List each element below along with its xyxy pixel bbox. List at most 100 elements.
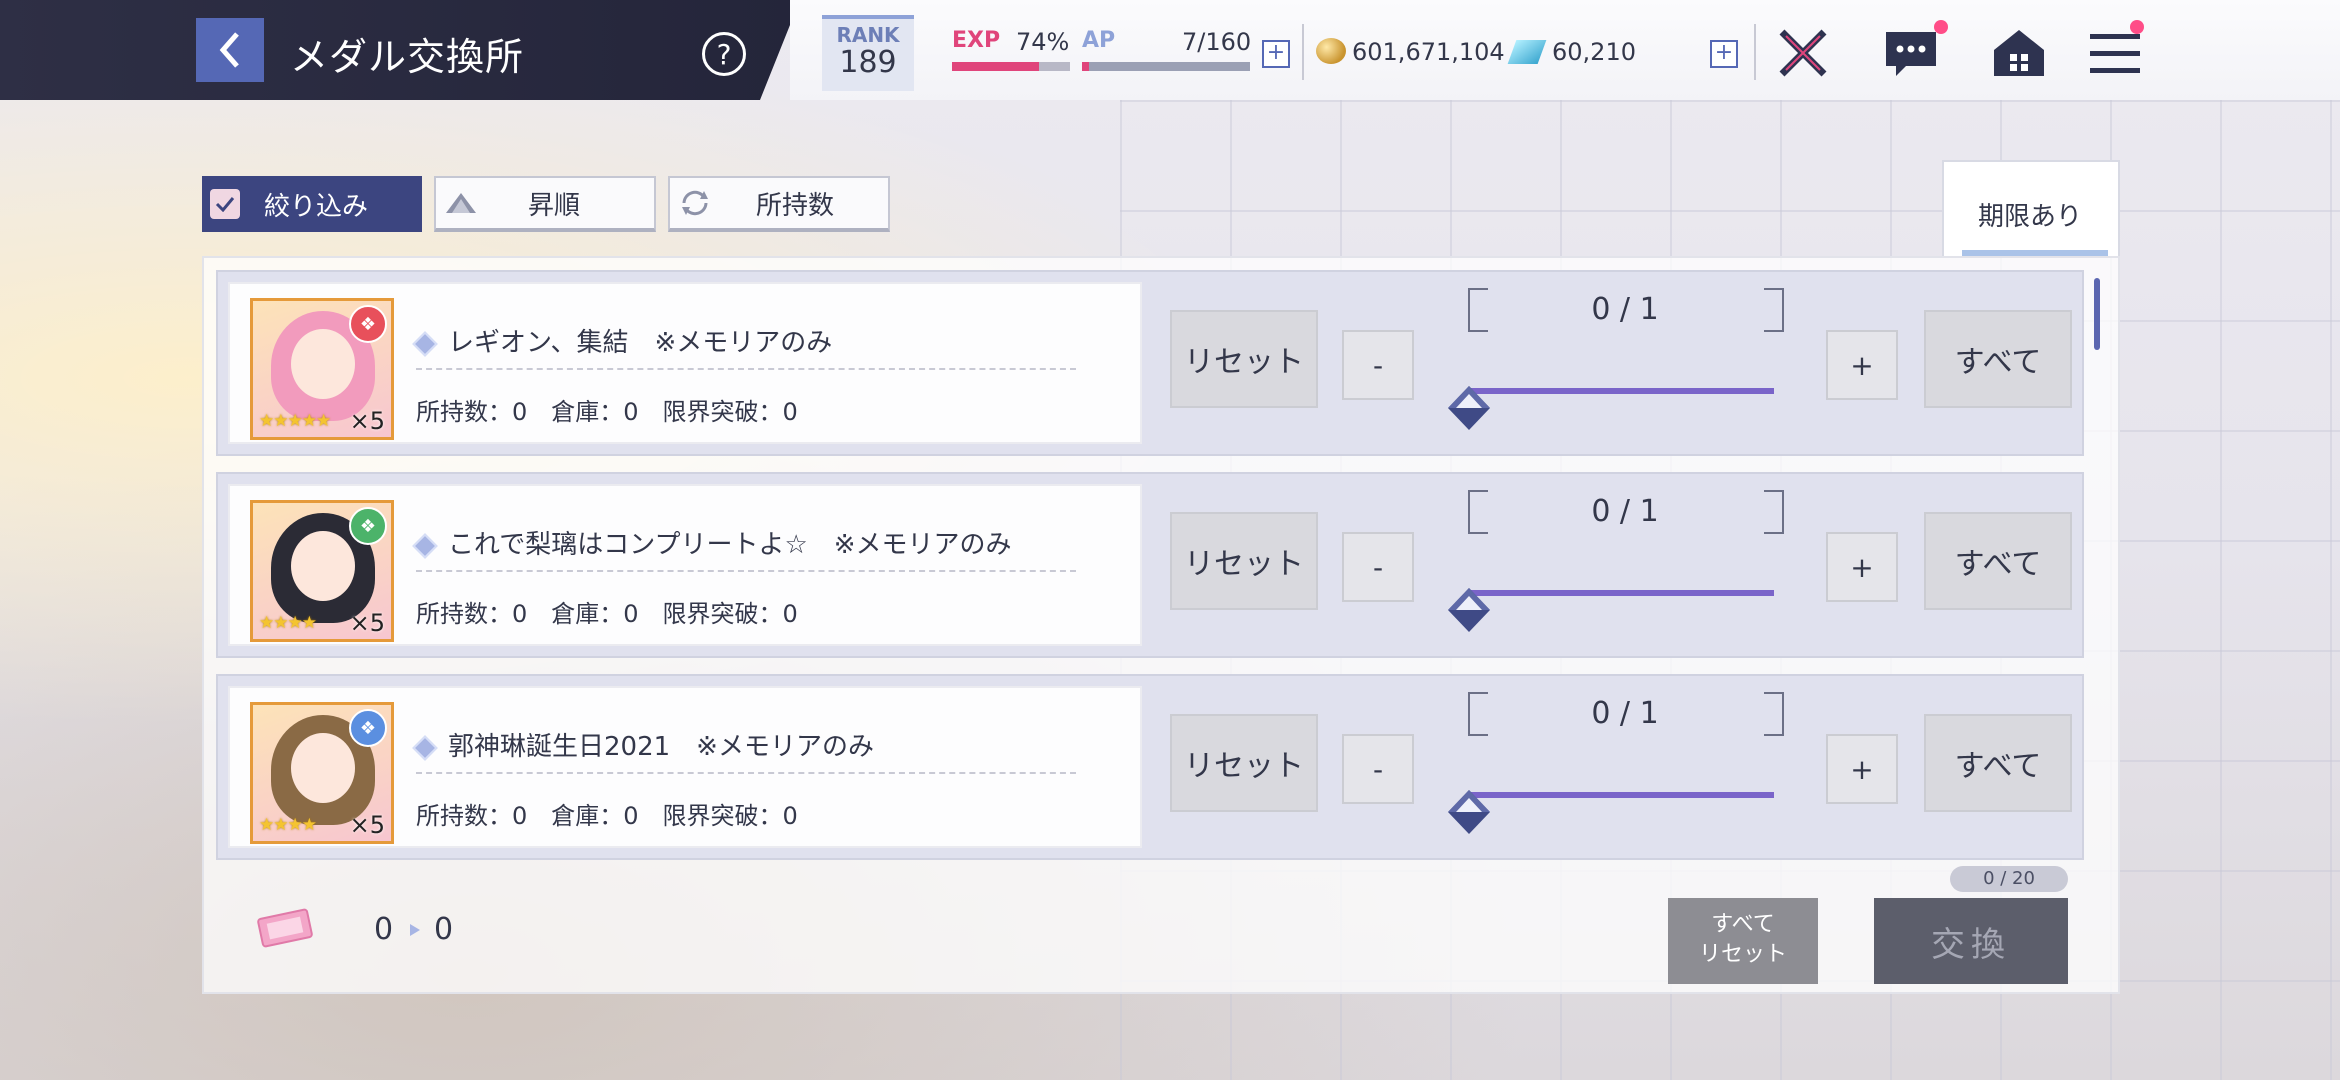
refresh-icon — [682, 190, 708, 216]
exchange-button[interactable]: 交換 — [1874, 898, 2068, 984]
item-stats: 所持数：0 倉庫：0 限界突破：0 — [416, 802, 798, 830]
diamond-icon — [412, 532, 438, 559]
reset-all-button[interactable]: すべて リセット — [1668, 898, 1818, 984]
reset-all-line2: リセット — [1698, 942, 1787, 967]
slider-handle-icon[interactable] — [1446, 384, 1492, 432]
exp-percent: 74% — [1016, 28, 1070, 56]
portrait-face — [291, 531, 355, 601]
quantity-slider[interactable] — [1470, 590, 1774, 596]
gem-plus-button[interactable]: + — [1710, 40, 1738, 68]
diamond-icon — [412, 330, 438, 357]
quantity-value: 0 / 1 — [1591, 494, 1659, 529]
separator — [416, 570, 1076, 572]
divider — [1754, 24, 1756, 80]
item-title: これで梨璃はコンプリートよ☆ ※メモリアのみ — [448, 530, 1012, 560]
decrement-button[interactable]: - — [1342, 734, 1414, 804]
select-all-button[interactable]: すべて — [1924, 512, 2072, 610]
ap-plus-button[interactable]: + — [1262, 40, 1290, 68]
back-button[interactable] — [196, 18, 264, 82]
exp-bar — [952, 62, 1070, 71]
rarity-stars: ★★★★★ — [259, 411, 331, 431]
exchange-row: ❖ ★★★★★ ×5 レギオン、集結 ※メモリアのみ所持数：0 倉庫：0 限界突破：0… — [216, 270, 2084, 456]
footer-from-value: 0 — [374, 912, 394, 947]
exchange-row: ❖ ★★★★ ×5 これで梨璃はコンプリートよ☆ ※メモリアのみ 所持数：0 倉庫：0 … — [216, 472, 2084, 658]
chat-icon[interactable] — [1882, 24, 1940, 82]
portrait-face — [291, 329, 355, 399]
help-icon[interactable]: ? — [702, 32, 746, 76]
increment-button[interactable]: + — [1826, 532, 1898, 602]
divider — [1302, 24, 1304, 80]
coin-value: 601,671,104 — [1352, 38, 1505, 66]
item-title-row: これで梨璃はコンプリートよ☆ ※メモリアのみ — [412, 524, 1012, 561]
exchange-count-badge: 0 / 20 — [1950, 866, 2068, 892]
reset-button[interactable]: リセット — [1170, 714, 1318, 812]
item-list[interactable]: ❖ ★★★★★ ×5 レギオン、集結 ※メモリアのみ所持数：0 倉庫：0 限界突破：0… — [216, 270, 2090, 860]
item-card: ❖ ★★★★ ×5 これで梨璃はコンプリートよ☆ ※メモリアのみ 所持数：0 倉庫：0 … — [228, 484, 1142, 646]
ap-label: AP — [1082, 28, 1116, 53]
item-stats: 所持数：0 倉庫：0 限界突破：0 — [416, 398, 798, 426]
filter-button[interactable]: 絞り込み — [202, 176, 422, 232]
item-title: 郭神琳誕生日2021 ※メモリアのみ — [448, 732, 874, 762]
rarity-stars: ★★★★ — [259, 613, 317, 633]
exp-bar-fill — [952, 62, 1040, 71]
check-icon — [210, 189, 240, 219]
scrollbar[interactable] — [2094, 278, 2100, 350]
select-all-button[interactable]: すべて — [1924, 714, 2072, 812]
menu-badge — [2130, 20, 2144, 34]
medal-count: ×5 — [349, 811, 385, 839]
tab-limited[interactable]: 期限あり — [1942, 160, 2120, 256]
quantity-slider[interactable] — [1470, 792, 1774, 798]
attribute-icon: ❖ — [349, 507, 387, 545]
sort-order-label: 昇順 — [528, 190, 581, 221]
item-title-row: 郭神琳誕生日2021 ※メモリアのみ — [412, 726, 874, 763]
separator — [416, 368, 1076, 370]
increment-button[interactable]: + — [1826, 734, 1898, 804]
attribute-icon: ❖ — [349, 709, 387, 747]
reset-button[interactable]: リセット — [1170, 310, 1318, 408]
exchange-row: ❖ ★★★★ ×5 郭神琳誕生日2021 ※メモリアのみ所持数：0 倉庫：0 限界突破… — [216, 674, 2084, 860]
battle-icon[interactable] — [1774, 24, 1832, 82]
memoria-thumbnail[interactable]: ❖ ★★★★ ×5 — [250, 702, 394, 844]
memoria-thumbnail[interactable]: ❖ ★★★★★ ×5 — [250, 298, 394, 440]
separator — [416, 772, 1076, 774]
ap-bar-fill — [1082, 62, 1090, 71]
medal-count: ×5 — [349, 609, 385, 637]
reset-button[interactable]: リセット — [1170, 512, 1318, 610]
filter-label: 絞り込み — [264, 191, 369, 222]
medal-count: ×5 — [349, 407, 385, 435]
rarity-stars: ★★★★ — [259, 815, 317, 835]
attribute-icon: ❖ — [349, 305, 387, 343]
decrement-button[interactable]: - — [1342, 330, 1414, 400]
item-title-row: レギオン、集結 ※メモリアのみ — [412, 322, 833, 359]
sort-order-button[interactable]: 昇順 — [434, 176, 656, 232]
page-title: メダル交換所 — [290, 35, 525, 79]
sort-key-button[interactable]: 所持数 — [668, 176, 890, 232]
ap-bar — [1082, 62, 1250, 71]
slider-handle-icon[interactable] — [1446, 586, 1492, 634]
item-card: ❖ ★★★★ ×5 郭神琳誕生日2021 ※メモリアのみ所持数：0 倉庫：0 限界突破… — [228, 686, 1142, 848]
home-icon[interactable] — [1990, 24, 2048, 82]
item-title: レギオン、集結 ※メモリアのみ — [448, 328, 833, 358]
select-all-button[interactable]: すべて — [1924, 310, 2072, 408]
item-card: ❖ ★★★★★ ×5 レギオン、集結 ※メモリアのみ所持数：0 倉庫：0 限界突破：0 — [228, 282, 1142, 444]
sort-key-label: 所持数 — [756, 190, 835, 221]
back-icon — [219, 32, 239, 68]
portrait-face — [291, 733, 355, 803]
tab-limited-label: 期限あり — [1978, 202, 2083, 232]
increment-button[interactable]: + — [1826, 330, 1898, 400]
decrement-button[interactable]: - — [1342, 532, 1414, 602]
rank-value: 189 — [839, 45, 897, 80]
reset-all-line1: すべて — [1711, 912, 1775, 937]
gem-value: 60,210 — [1552, 38, 1636, 66]
quantity-value: 0 / 1 — [1591, 696, 1659, 731]
sort-icon — [446, 193, 476, 213]
quantity-slider[interactable] — [1470, 388, 1774, 394]
slider-handle-icon[interactable] — [1446, 788, 1492, 836]
memoria-thumbnail[interactable]: ❖ ★★★★ ×5 — [250, 500, 394, 642]
footer-to-value: 0 — [434, 912, 454, 947]
ap-value: 7/160 — [1182, 28, 1252, 56]
diamond-icon — [412, 734, 438, 761]
chat-badge — [1934, 20, 1948, 34]
quantity-value: 0 / 1 — [1591, 292, 1659, 327]
ticket-icon — [257, 908, 313, 948]
